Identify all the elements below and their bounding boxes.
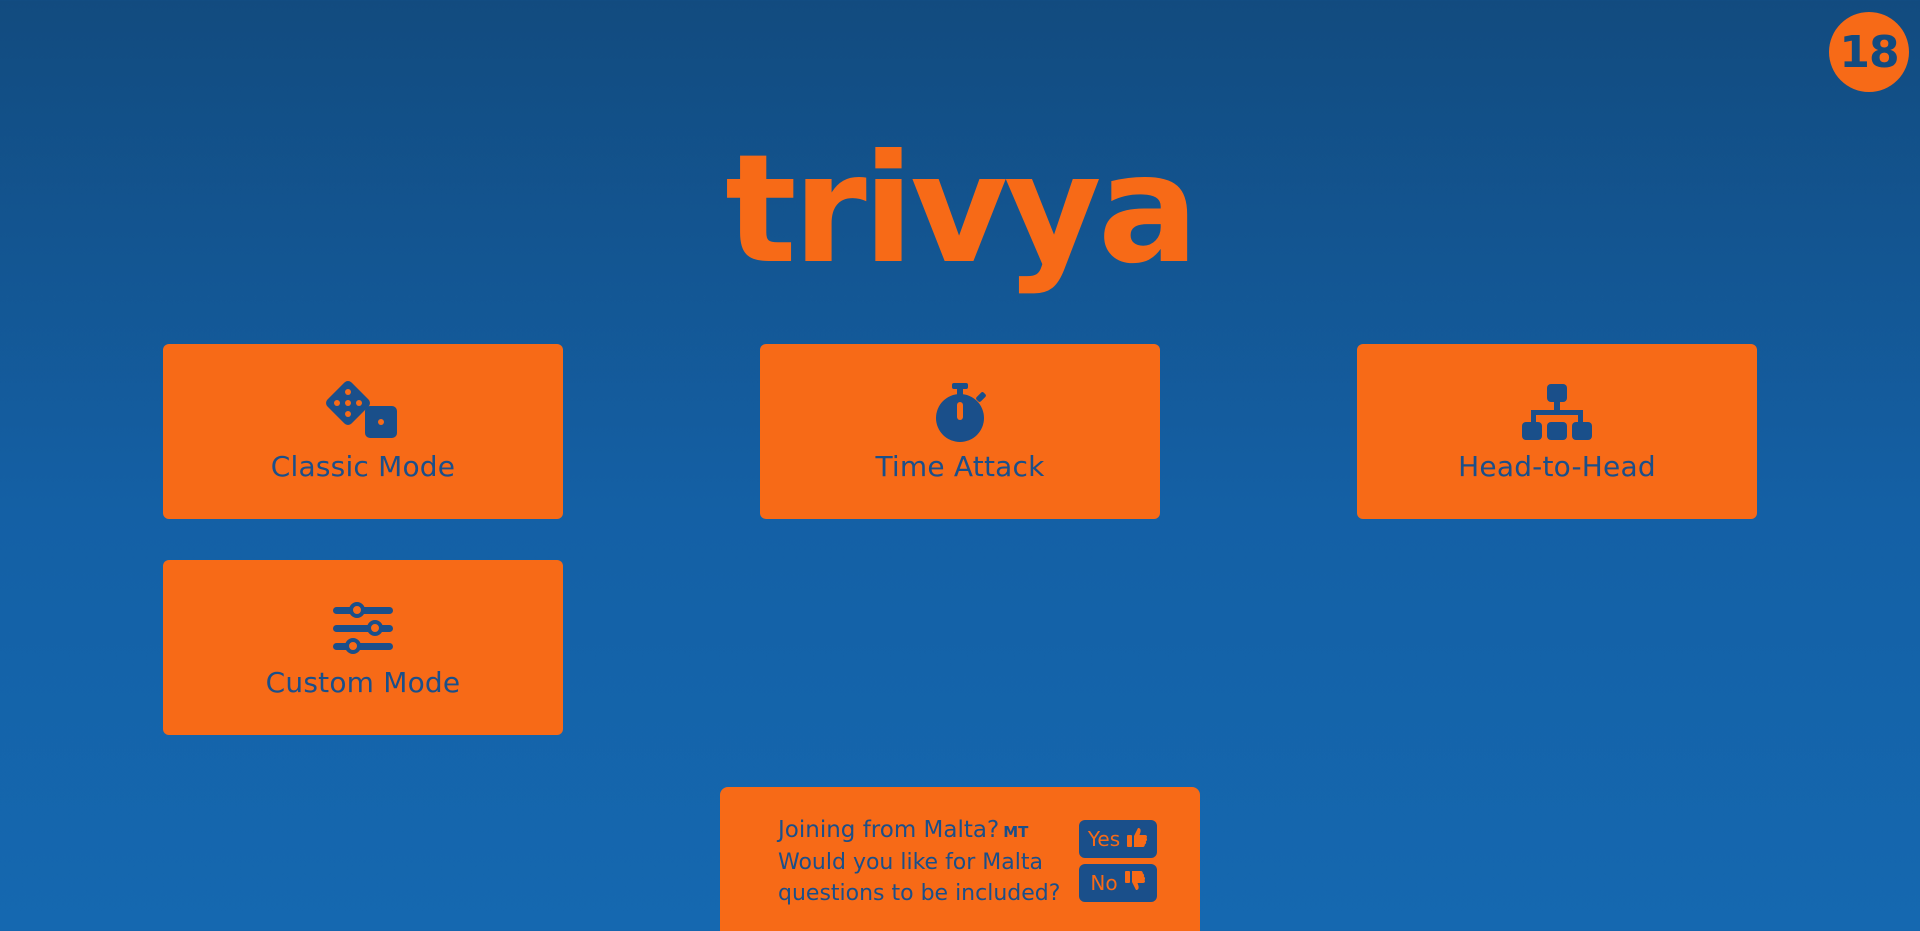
classic-mode-button[interactable]: Classic Mode [163,344,563,519]
classic-mode-label: Classic Mode [270,450,456,483]
stopwatch-icon [920,380,1000,444]
count-badge: 18 [1829,12,1909,92]
thumbs-down-icon [1124,870,1146,897]
malta-questions-prompt: Joining from Malta? MT Would you like for… [720,787,1200,931]
malta-prompt-text: Joining from Malta? MT Would you like for… [778,815,1078,909]
no-button[interactable]: No [1079,864,1157,902]
custom-mode-label: Custom Mode [265,666,461,699]
time-attack-label: Time Attack [875,450,1045,483]
malta-question: Joining from Malta? [778,817,1000,843]
malta-prompt-line2: Would you like for Malta [778,850,1043,875]
dice-icon [323,380,403,444]
head-to-head-label: Head-to-Head [1458,450,1656,483]
head-to-head-button[interactable]: Head-to-Head [1357,344,1757,519]
time-attack-button[interactable]: Time Attack [760,344,1160,519]
sitemap-icon [1517,380,1597,444]
malta-prompt-line3: questions to be included? [778,881,1061,906]
app-logo: trivya [725,123,1199,297]
thumbs-up-icon [1126,826,1148,853]
no-label: No [1090,871,1118,895]
malta-prompt-heading: Joining from Malta? MT [778,815,1078,847]
yes-button[interactable]: Yes [1079,820,1157,858]
yes-label: Yes [1087,827,1121,851]
country-code: MT [1003,823,1029,841]
custom-mode-button[interactable]: Custom Mode [163,560,563,735]
sliders-icon [323,596,403,660]
